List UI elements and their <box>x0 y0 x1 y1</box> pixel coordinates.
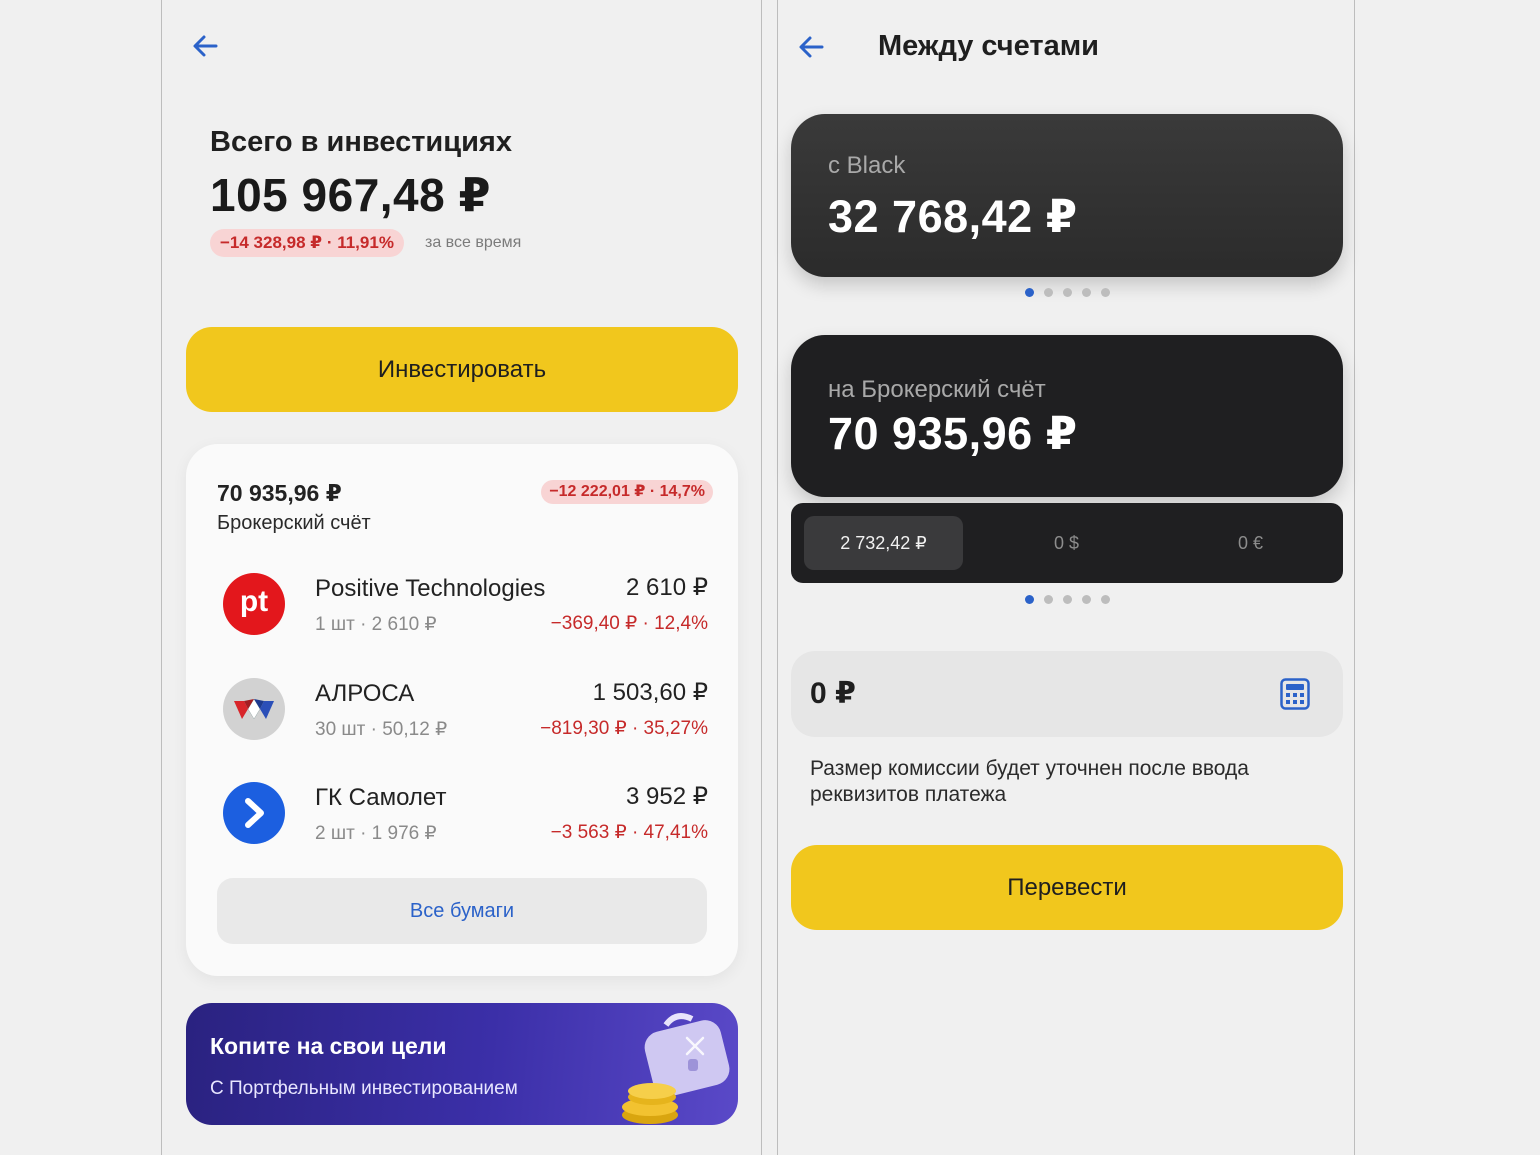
destination-account-label: на Брокерский счёт <box>828 376 1046 403</box>
all-securities-button[interactable]: Все бумаги <box>217 878 707 944</box>
currency-tabs: 2 732,42 ₽ 0 $ 0 € <box>791 503 1343 583</box>
page-title: Между счетами <box>878 30 1099 62</box>
samolet-logo-icon <box>223 782 285 844</box>
stock-value: 2 610 ₽ <box>626 574 708 601</box>
transfer-button[interactable]: Перевести <box>791 845 1343 930</box>
destination-account-card[interactable]: на Брокерский счёт 70 935,96 ₽ <box>791 335 1343 497</box>
back-arrow-icon[interactable] <box>792 27 832 67</box>
stock-name: Positive Technologies <box>315 575 546 602</box>
promo-title: Копите на свои цели <box>210 1033 447 1059</box>
calculator-icon[interactable] <box>1280 678 1310 710</box>
total-change-period: за все время <box>425 234 522 251</box>
stock-row-samolet[interactable]: ГК Самолет 2 шт · 1 976 ₽ 3 952 ₽ −3 563… <box>186 782 738 872</box>
source-account-card[interactable]: с Black 32 768,42 ₽ <box>791 114 1343 277</box>
source-account-balance: 32 768,42 ₽ <box>828 191 1078 242</box>
pager-dot[interactable] <box>1081 595 1091 604</box>
source-account-label: с Black <box>828 152 906 179</box>
pager-dot[interactable] <box>1043 595 1053 604</box>
stock-change: −369,40 ₽ · 12,4% <box>550 613 708 634</box>
stock-name: ГК Самолет <box>315 784 447 811</box>
transfer-between-accounts-screen: Между счетами с Black 32 768,42 ₽ на Бро… <box>777 0 1355 1155</box>
pager-dot[interactable] <box>1100 288 1110 297</box>
stock-row-positive-technologies[interactable]: pt Positive Technologies 1 шт · 2 610 ₽ … <box>186 573 738 663</box>
destination-account-pager <box>791 595 1343 604</box>
portfolio-investing-promo-banner[interactable]: Копите на свои цели С Портфельным инвест… <box>186 1003 738 1125</box>
stock-quantity: 1 шт · 2 610 ₽ <box>315 614 437 635</box>
tab-currency-usd[interactable]: 0 $ <box>987 516 1146 570</box>
broker-account-label: Брокерский счёт <box>217 512 371 534</box>
stock-row-alrosa[interactable]: АЛРОСА 30 шт · 50,12 ₽ 1 503,60 ₽ −819,3… <box>186 678 738 768</box>
total-change-badge: −14 328,98 ₽ · 11,91% <box>210 229 404 257</box>
stock-quantity: 30 шт · 50,12 ₽ <box>315 719 448 740</box>
transfer-amount-input[interactable]: 0 ₽ <box>791 651 1343 737</box>
pager-dot[interactable] <box>1062 288 1072 297</box>
pager-dot[interactable] <box>1062 595 1072 604</box>
back-arrow-icon[interactable] <box>186 26 226 66</box>
transfer-amount-value: 0 ₽ <box>810 677 856 710</box>
tab-currency-eur[interactable]: 0 € <box>1171 516 1330 570</box>
stock-value: 3 952 ₽ <box>626 783 708 810</box>
briefcase-coins-illustration-icon <box>622 1013 730 1124</box>
alrosa-logo-icon <box>223 678 285 740</box>
commission-note: Размер комиссии будет уточнен после ввод… <box>810 757 1249 806</box>
invest-button[interactable]: Инвестировать <box>186 327 738 412</box>
stock-name: АЛРОСА <box>315 680 415 707</box>
stock-value: 1 503,60 ₽ <box>592 679 708 706</box>
broker-change-badge: −12 222,01 ₽ · 14,7% <box>541 480 713 504</box>
total-investments-amount: 105 967,48 ₽ <box>210 169 492 221</box>
broker-account-amount: 70 935,96 ₽ <box>217 480 342 506</box>
stock-change: −819,30 ₽ · 35,27% <box>540 718 708 739</box>
stock-quantity: 2 шт · 1 976 ₽ <box>315 823 437 844</box>
total-investments-label: Всего в инвестициях <box>210 126 512 158</box>
pager-dot[interactable] <box>1081 288 1091 297</box>
tab-currency-rub[interactable]: 2 732,42 ₽ <box>804 516 963 570</box>
pager-dot[interactable] <box>1024 595 1034 604</box>
broker-account-card: 70 935,96 ₽ Брокерский счёт −12 222,01 ₽… <box>186 444 738 976</box>
destination-account-balance: 70 935,96 ₽ <box>828 408 1078 459</box>
promo-subtitle: С Портфельным инвестированием <box>210 1078 518 1099</box>
investments-screen: Всего в инвестициях 105 967,48 ₽ −14 328… <box>161 0 762 1155</box>
source-account-pager <box>791 288 1343 297</box>
pager-dot[interactable] <box>1100 595 1110 604</box>
close-icon[interactable] <box>682 1033 708 1059</box>
pager-dot[interactable] <box>1043 288 1053 297</box>
pager-dot[interactable] <box>1024 288 1034 297</box>
stock-change: −3 563 ₽ · 47,41% <box>550 822 708 843</box>
positive-technologies-logo-icon: pt <box>223 573 285 635</box>
